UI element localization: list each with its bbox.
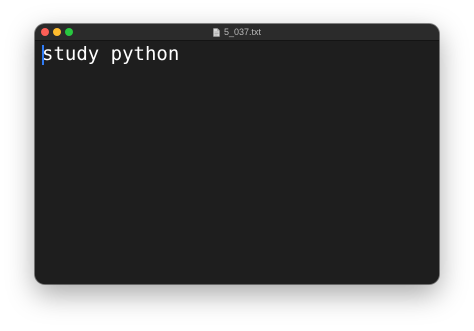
zoom-window-button[interactable] bbox=[65, 28, 73, 36]
close-window-button[interactable] bbox=[41, 28, 49, 36]
minimize-window-button[interactable] bbox=[53, 28, 61, 36]
text-caret bbox=[42, 45, 44, 65]
window-title-area: 5_037.txt bbox=[35, 24, 439, 40]
text-editing-area[interactable]: study python bbox=[35, 41, 439, 284]
document-icon bbox=[213, 27, 220, 37]
text-editor-window: 5_037.txt study python bbox=[35, 24, 439, 284]
title-bar[interactable]: 5_037.txt bbox=[35, 24, 439, 41]
window-title: 5_037.txt bbox=[223, 27, 262, 37]
text-line[interactable]: study python bbox=[42, 42, 179, 66]
